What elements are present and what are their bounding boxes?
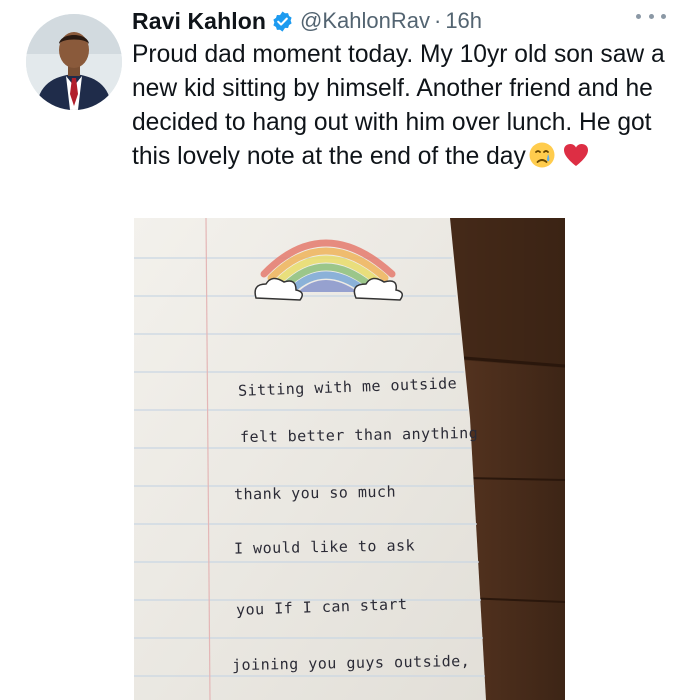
more-options-icon[interactable] xyxy=(636,6,666,26)
avatar[interactable] xyxy=(26,14,122,110)
tweet-text: Proud dad moment today. My 10yr old son … xyxy=(132,38,677,179)
tweet-header: Ravi Kahlon @KahlonRav · 16h xyxy=(132,6,482,36)
note-line: I would like to ask xyxy=(233,536,416,558)
verified-badge-icon xyxy=(271,10,294,33)
red-heart-icon xyxy=(562,141,590,179)
author-handle[interactable]: @KahlonRav xyxy=(300,8,430,34)
crying-face-icon xyxy=(528,141,556,179)
author-name[interactable]: Ravi Kahlon xyxy=(132,8,266,35)
separator-dot: · xyxy=(433,8,442,33)
tweet: Ravi Kahlon @KahlonRav · 16h Proud dad m… xyxy=(0,0,700,700)
note-line: thank you so much xyxy=(233,482,397,504)
timestamp[interactable]: 16h xyxy=(445,8,482,34)
tweet-photo[interactable]: Sitting with me outside felt better than… xyxy=(134,218,565,700)
